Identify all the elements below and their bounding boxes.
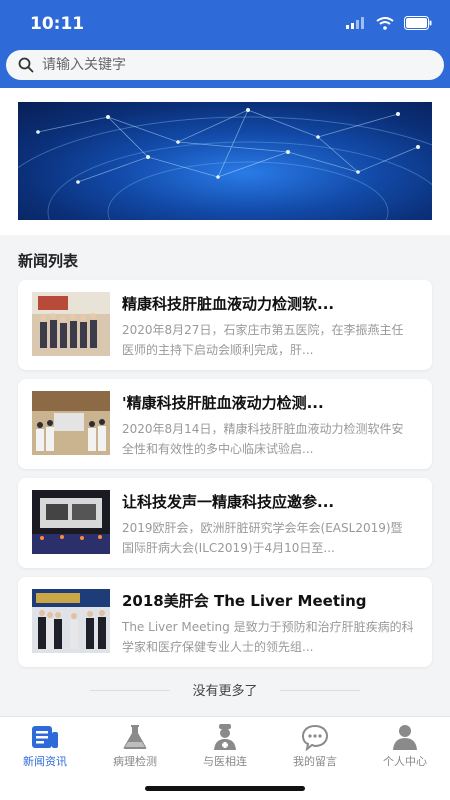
news-item[interactable]: 让科技发声一精康科技应邀参... 2019欧肝会，欧洲肝脏研究学会年会(EASL… — [18, 478, 432, 568]
search-bar[interactable] — [6, 50, 444, 80]
news-thumbnail — [32, 490, 110, 554]
tab-messages[interactable]: 我的留言 — [270, 723, 360, 769]
news-icon — [32, 726, 58, 748]
news-title: 让科技发声一精康科技应邀参... — [122, 493, 335, 511]
news-title: '精康科技肝脏血液动力检测... — [122, 394, 324, 412]
message-icon — [301, 724, 329, 751]
tab-label: 与医相连 — [203, 755, 247, 768]
news-summary: 2020年8月14日，精康科技肝脏血液动力检测软件安全性和有效性的多中心临床试验… — [122, 422, 404, 456]
tab-label: 病理检测 — [113, 755, 157, 768]
news-title: 精康科技肝脏血液动力检测软... — [122, 295, 335, 313]
tab-pathology[interactable]: 病理检测 — [90, 723, 180, 769]
news-item[interactable]: 2018美肝会 The Liver Meeting The Liver Meet… — [18, 577, 432, 667]
tab-label: 我的留言 — [293, 755, 337, 768]
news-summary: 2020年8月27日，石家庄市第五医院，在李振燕主任医师的主持下启动会顺利完成，… — [122, 323, 404, 357]
tab-label: 个人中心 — [383, 755, 427, 768]
no-more-text: 没有更多了 — [0, 680, 450, 699]
search-input[interactable] — [42, 57, 402, 73]
news-title: 2018美肝会 The Liver Meeting — [122, 592, 367, 610]
signal-icon — [346, 17, 364, 29]
status-time: 10:11 — [30, 14, 85, 34]
news-thumbnail — [32, 589, 110, 653]
news-item[interactable]: 精康科技肝脏血液动力检测软... 2020年8月27日，石家庄市第五医院，在李振… — [18, 280, 432, 370]
banner-image[interactable] — [18, 102, 432, 220]
news-thumbnail — [32, 391, 110, 455]
search-icon — [18, 57, 34, 73]
wifi-icon — [376, 16, 394, 30]
tab-news[interactable]: 新闻资讯 — [0, 723, 90, 769]
news-summary: The Liver Meeting 是致力于预防和治疗肝脏疾病的科学家和医疗保健… — [122, 620, 414, 654]
news-item[interactable]: '精康科技肝脏血液动力检测... 2020年8月14日，精康科技肝脏血液动力检测… — [18, 379, 432, 469]
news-summary: 2019欧肝会，欧洲肝脏研究学会年会(EASL2019)暨国际肝病大会(ILC2… — [122, 521, 403, 555]
banner-container — [0, 88, 450, 235]
tab-profile[interactable]: 个人中心 — [360, 723, 450, 769]
status-icons — [346, 16, 432, 30]
tab-label: 新闻资讯 — [23, 755, 67, 768]
status-bar: 10:11 — [0, 0, 450, 48]
user-icon — [393, 725, 417, 750]
section-title: 新闻列表 — [18, 252, 79, 270]
news-thumbnail — [32, 292, 110, 356]
battery-icon — [404, 16, 432, 30]
doctor-icon — [214, 724, 236, 750]
home-indicator[interactable] — [145, 786, 305, 791]
news-list: 精康科技肝脏血液动力检测软... 2020年8月27日，石家庄市第五医院，在李振… — [18, 280, 432, 676]
flask-icon — [123, 725, 147, 749]
tab-doctor[interactable]: 与医相连 — [180, 723, 270, 769]
